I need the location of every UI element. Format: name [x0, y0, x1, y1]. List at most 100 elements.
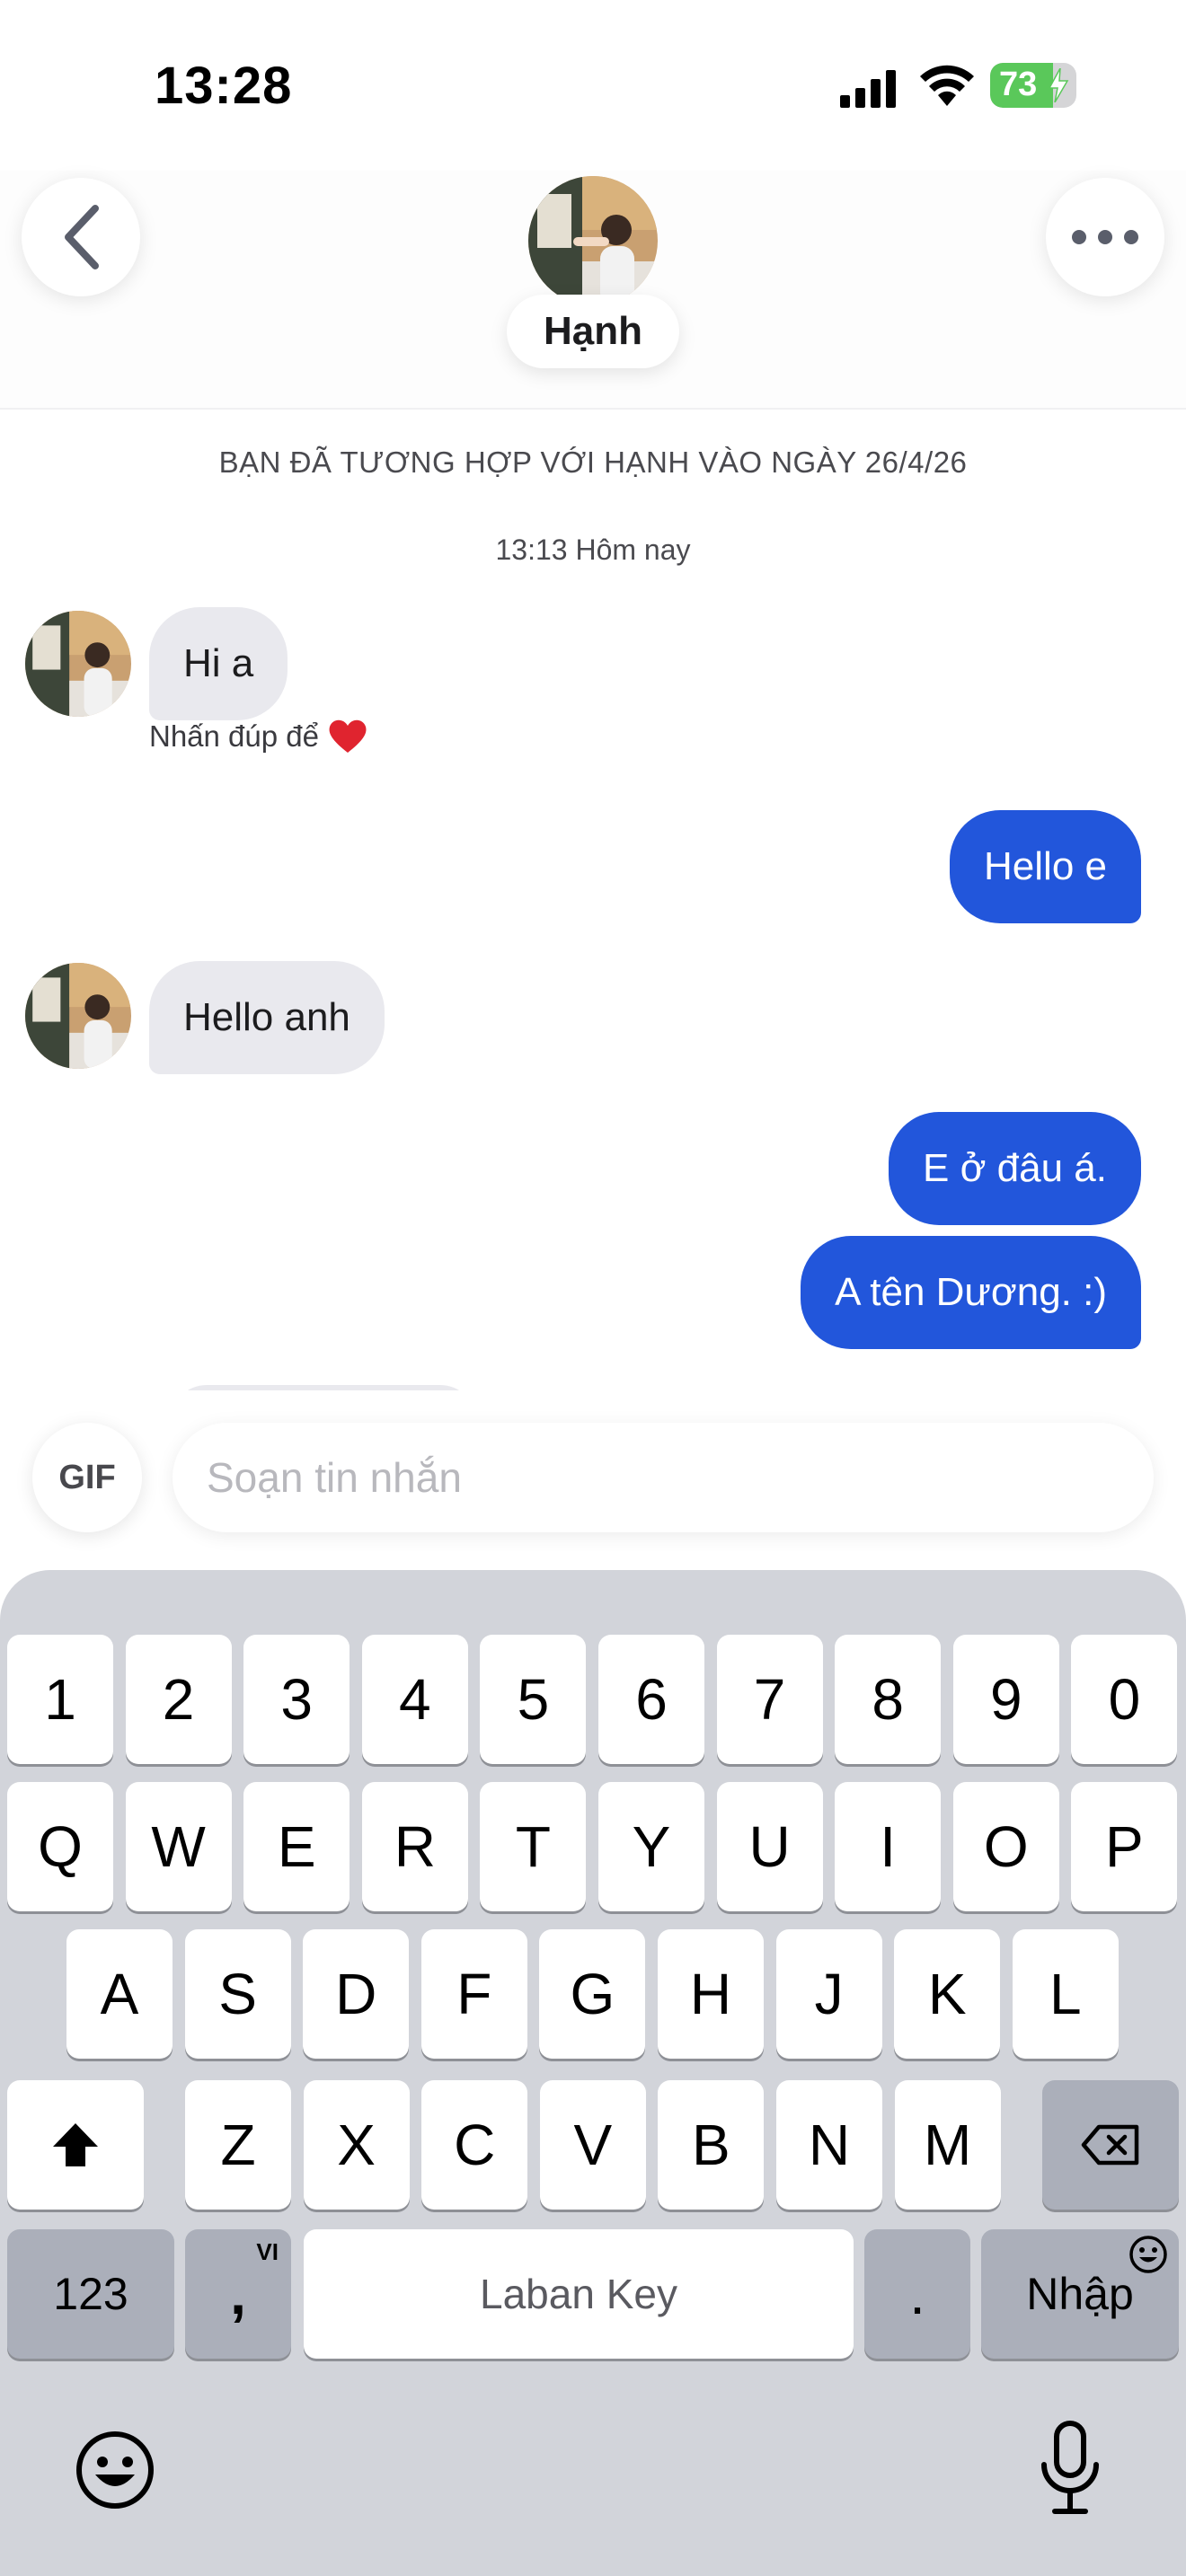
key-c[interactable]: C: [421, 2080, 528, 2210]
key-label: 5: [517, 1667, 550, 1732]
key-label: 6: [635, 1667, 668, 1732]
key-period-label: .: [909, 2262, 925, 2326]
key-l[interactable]: L: [1012, 1929, 1119, 2059]
message-input[interactable]: [173, 1423, 1154, 1532]
key-7[interactable]: 7: [716, 1635, 823, 1764]
key-label: G: [570, 1962, 615, 2026]
key-0[interactable]: 0: [1071, 1635, 1178, 1764]
key-return[interactable]: Nhập: [981, 2229, 1179, 2359]
bolt-icon: [1048, 68, 1069, 102]
key-comma-label: ,: [230, 2262, 246, 2326]
avatar-photo: [25, 611, 131, 717]
key-m[interactable]: M: [894, 2080, 1001, 2210]
key-label: J: [814, 1962, 844, 2026]
key-label: O: [983, 1814, 1029, 1879]
key-period[interactable]: .: [864, 2229, 970, 2359]
key-label: L: [1049, 1962, 1082, 2026]
key-3[interactable]: 3: [243, 1635, 350, 1764]
key-z[interactable]: Z: [185, 2080, 291, 2210]
microphone-icon: [1041, 2421, 1099, 2514]
key-y[interactable]: Y: [598, 1782, 704, 1911]
wifi-icon: [920, 65, 974, 106]
key-o[interactable]: O: [952, 1782, 1059, 1911]
key-label: 7: [753, 1667, 786, 1732]
gif-button[interactable]: GIF: [32, 1423, 142, 1532]
key-space[interactable]: Laban Key: [304, 2229, 854, 2359]
key-backspace[interactable]: [1042, 2080, 1179, 2210]
message-composer: GIF: [0, 1390, 1186, 1570]
sender-avatar[interactable]: [25, 963, 131, 1069]
key-n[interactable]: N: [776, 2080, 882, 2210]
chat-header: Hạnh: [0, 171, 1186, 410]
more-options-button[interactable]: [1046, 178, 1164, 296]
key-space-label: Laban Key: [480, 2271, 677, 2317]
message-list[interactable]: BẠN ĐÃ TƯƠNG HỢP VỚI HẠNH VÀO NGÀY 26/4/…: [0, 411, 1186, 1390]
key-label: I: [880, 1814, 897, 1879]
key-p[interactable]: P: [1071, 1782, 1178, 1911]
key-4[interactable]: 4: [361, 1635, 468, 1764]
emoji-icon: [76, 2431, 154, 2509]
key-label: R: [394, 1814, 436, 1879]
key-label: 4: [399, 1667, 431, 1732]
key-label: 3: [280, 1667, 313, 1732]
message-timestamp: 13:13 Hôm nay: [495, 534, 691, 566]
emoji-switch-icon: [1129, 2236, 1167, 2273]
avatar-photo: [528, 176, 658, 305]
key-1[interactable]: 1: [7, 1635, 113, 1764]
key-x[interactable]: X: [303, 2080, 410, 2210]
key-d[interactable]: D: [303, 1929, 410, 2059]
key-j[interactable]: J: [775, 1929, 882, 2059]
key-s[interactable]: S: [184, 1929, 291, 2059]
cellular-signal-icon: [840, 70, 896, 108]
key-h[interactable]: H: [658, 1929, 764, 2059]
key-comma[interactable]: , VI: [185, 2229, 291, 2359]
key-label: 1: [44, 1667, 76, 1732]
key-comma-sub: VI: [256, 2238, 279, 2265]
key-u[interactable]: U: [716, 1782, 823, 1911]
message-bubble-outgoing[interactable]: A tên Dương. :): [801, 1236, 1141, 1349]
key-label: D: [335, 1962, 377, 2026]
key-8[interactable]: 8: [835, 1635, 942, 1764]
key-numbers[interactable]: 123: [7, 2229, 174, 2359]
sender-avatar[interactable]: [25, 611, 131, 717]
message-bubble-outgoing[interactable]: Hello e: [950, 810, 1141, 923]
key-9[interactable]: 9: [952, 1635, 1059, 1764]
key-f[interactable]: F: [420, 1929, 527, 2059]
key-label: F: [456, 1962, 492, 2026]
battery-level: 73: [999, 66, 1038, 103]
key-g[interactable]: G: [539, 1929, 646, 2059]
status-bar: 13:28 73: [0, 0, 1186, 171]
key-k[interactable]: K: [894, 1929, 1001, 2059]
key-5[interactable]: 5: [480, 1635, 587, 1764]
key-a[interactable]: A: [66, 1929, 173, 2059]
key-label: E: [277, 1814, 316, 1879]
key-q[interactable]: Q: [7, 1782, 113, 1911]
contact-avatar[interactable]: [528, 176, 658, 305]
message-bubble-incoming[interactable]: Hi a: [149, 607, 288, 720]
key-b[interactable]: B: [658, 2080, 765, 2210]
key-r[interactable]: R: [361, 1782, 468, 1911]
key-label: P: [1105, 1814, 1144, 1879]
chevron-left-icon: [65, 205, 99, 269]
emoji-key[interactable]: [72, 2427, 158, 2513]
message-bubble-outgoing[interactable]: E ở đâu á.: [889, 1112, 1141, 1225]
key-label: B: [692, 2113, 730, 2177]
key-e[interactable]: E: [243, 1782, 350, 1911]
dictation-key[interactable]: [1031, 2420, 1109, 2519]
keyboard: 123 , VI Laban Key . Nhập 1 2 3 4 5 6 7 …: [0, 1570, 1186, 2576]
key-label: 0: [1108, 1667, 1141, 1732]
key-w[interactable]: W: [125, 1782, 232, 1911]
key-2[interactable]: 2: [125, 1635, 232, 1764]
key-i[interactable]: I: [835, 1782, 942, 1911]
key-label: Q: [38, 1814, 83, 1879]
back-button[interactable]: [22, 178, 140, 296]
contact-name[interactable]: Hạnh: [507, 295, 679, 368]
key-label: N: [808, 2113, 851, 2177]
message-bubble-incoming[interactable]: Hello anh: [149, 961, 385, 1074]
key-v[interactable]: V: [539, 2080, 646, 2210]
key-shift[interactable]: [7, 2080, 144, 2210]
avatar-photo: [25, 963, 131, 1069]
key-6[interactable]: 6: [598, 1635, 704, 1764]
key-label: T: [515, 1814, 551, 1879]
key-t[interactable]: T: [480, 1782, 587, 1911]
